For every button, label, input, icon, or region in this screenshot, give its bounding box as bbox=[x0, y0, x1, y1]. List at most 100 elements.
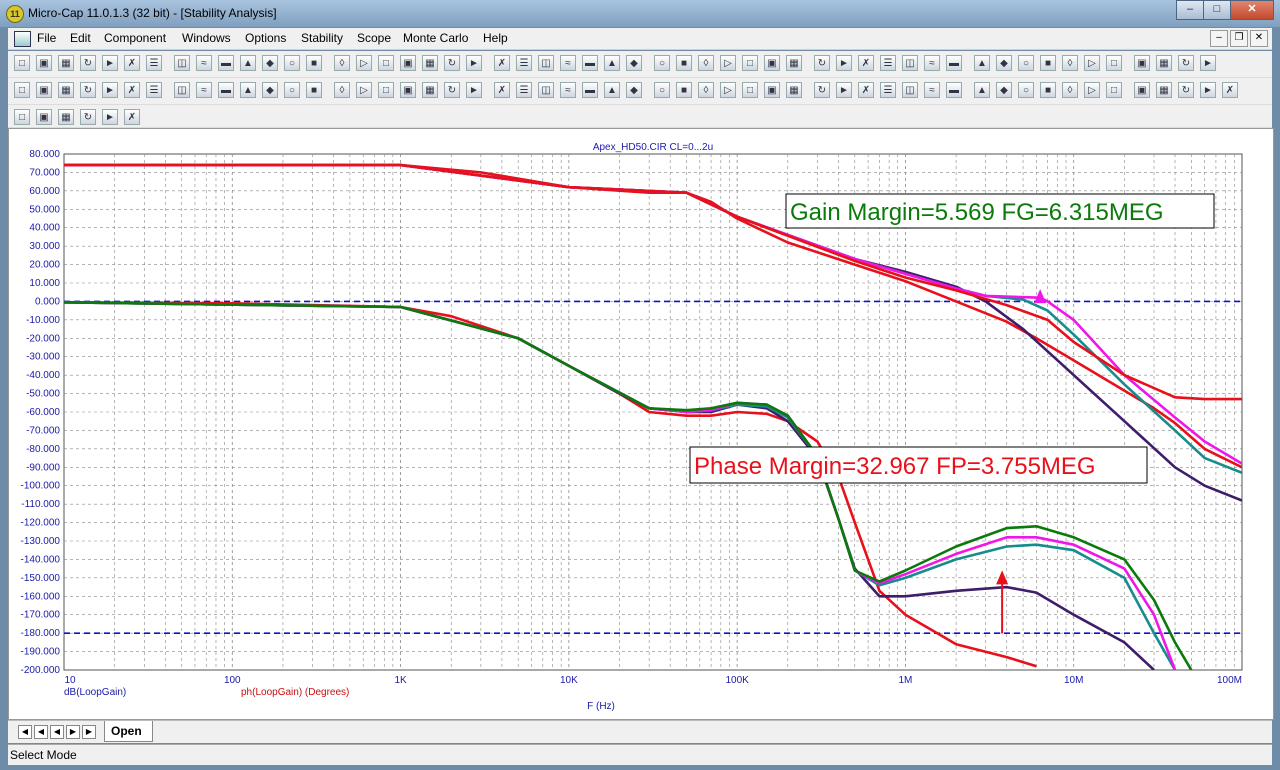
analysis-button-39-icon[interactable]: ☰ bbox=[880, 82, 896, 98]
toolbar-button-11-icon[interactable]: ▲ bbox=[240, 55, 256, 71]
analysis-button-27-icon[interactable]: ▲ bbox=[604, 82, 620, 98]
analysis-button-22-icon[interactable]: ✗ bbox=[494, 82, 510, 98]
gain-margin-annotation[interactable]: Gain Margin=5.569 FG=6.315MEG bbox=[785, 193, 1215, 229]
analysis-button-5-icon[interactable]: ► bbox=[102, 82, 118, 98]
toolbar-button-15-icon[interactable]: ◊ bbox=[334, 55, 350, 71]
minimize-icon[interactable]: – bbox=[1176, 0, 1204, 20]
toolbar-button-38-icon[interactable]: ✗ bbox=[858, 55, 874, 71]
toolbar-button-51-icon[interactable]: ▦ bbox=[1156, 55, 1172, 71]
analysis-button-16-icon[interactable]: ▷ bbox=[356, 82, 372, 98]
toolbar-button-39-icon[interactable]: ☰ bbox=[880, 55, 896, 71]
toolbar-button-46-icon[interactable]: ■ bbox=[1040, 55, 1056, 71]
analysis-button-26-icon[interactable]: ▬ bbox=[582, 82, 598, 98]
mdi-minimize-icon[interactable]: – bbox=[1210, 30, 1228, 47]
menu-scope[interactable]: Scope bbox=[357, 31, 391, 45]
maximize-icon[interactable]: □ bbox=[1203, 0, 1231, 20]
legend-gain[interactable]: dB(LoopGain) bbox=[64, 687, 126, 698]
analysis-button-47-icon[interactable]: ◊ bbox=[1062, 82, 1078, 98]
toolbar-button-41-icon[interactable]: ≈ bbox=[924, 55, 940, 71]
toolbar-button-10-icon[interactable]: ▬ bbox=[218, 55, 234, 71]
toolbar-button-31-icon[interactable]: ◊ bbox=[698, 55, 714, 71]
toolbar-button-24-icon[interactable]: ◫ bbox=[538, 55, 554, 71]
toolbar-button-43-icon[interactable]: ▲ bbox=[974, 55, 990, 71]
analysis-button-38-icon[interactable]: ✗ bbox=[858, 82, 874, 98]
tab-first-icon[interactable]: ◀ bbox=[18, 725, 32, 739]
analysis-button-6-icon[interactable]: ✗ bbox=[124, 82, 140, 98]
toolbar-button-21-icon[interactable]: ► bbox=[466, 55, 482, 71]
format-button-1-icon[interactable]: □ bbox=[14, 109, 30, 125]
tab-last-icon[interactable]: ▶ bbox=[82, 725, 96, 739]
menu-stability[interactable]: Stability bbox=[301, 31, 343, 45]
mdi-restore-icon[interactable]: ❐ bbox=[1230, 30, 1248, 47]
toolbar-button-18-icon[interactable]: ▣ bbox=[400, 55, 416, 71]
toolbar-button-9-icon[interactable]: ≈ bbox=[196, 55, 212, 71]
analysis-button-33-icon[interactable]: □ bbox=[742, 82, 758, 98]
analysis-button-20-icon[interactable]: ↻ bbox=[444, 82, 460, 98]
toolbar-button-52-icon[interactable]: ↻ bbox=[1178, 55, 1194, 71]
analysis-button-31-icon[interactable]: ◊ bbox=[698, 82, 714, 98]
menu-monte-carlo[interactable]: Monte Carlo bbox=[403, 31, 468, 45]
menu-options[interactable]: Options bbox=[245, 31, 286, 45]
analysis-button-9-icon[interactable]: ≈ bbox=[196, 82, 212, 98]
toolbar-button-45-icon[interactable]: ○ bbox=[1018, 55, 1034, 71]
menu-edit[interactable]: Edit bbox=[70, 31, 91, 45]
analysis-button-45-icon[interactable]: ○ bbox=[1018, 82, 1034, 98]
format-button-6-icon[interactable]: ✗ bbox=[124, 109, 140, 125]
analysis-button-10-icon[interactable]: ▬ bbox=[218, 82, 234, 98]
analysis-button-23-icon[interactable]: ☰ bbox=[516, 82, 532, 98]
toolbar-button-32-icon[interactable]: ▷ bbox=[720, 55, 736, 71]
analysis-button-28-icon[interactable]: ◆ bbox=[626, 82, 642, 98]
toolbar-button-12-icon[interactable]: ◆ bbox=[262, 55, 278, 71]
document-icon[interactable] bbox=[14, 31, 31, 47]
analysis-button-25-icon[interactable]: ≈ bbox=[560, 82, 576, 98]
analysis-button-1-icon[interactable]: □ bbox=[14, 82, 30, 98]
menu-help[interactable]: Help bbox=[483, 31, 508, 45]
analysis-button-11-icon[interactable]: ▲ bbox=[240, 82, 256, 98]
analysis-button-42-icon[interactable]: ▬ bbox=[946, 82, 962, 98]
legend-phase[interactable]: ph(LoopGain) (Degrees) bbox=[241, 687, 349, 698]
phase-margin-annotation[interactable]: Phase Margin=32.967 FP=3.755MEG bbox=[689, 446, 1148, 484]
analysis-button-43-icon[interactable]: ▲ bbox=[974, 82, 990, 98]
analysis-button-15-icon[interactable]: ◊ bbox=[334, 82, 350, 98]
analysis-button-49-icon[interactable]: □ bbox=[1106, 82, 1122, 98]
tab-prev-icon[interactable]: ◀ bbox=[50, 725, 64, 739]
toolbar-button-49-icon[interactable]: □ bbox=[1106, 55, 1122, 71]
toolbar-button-53-icon[interactable]: ► bbox=[1200, 55, 1216, 71]
analysis-button-54-icon[interactable]: ✗ bbox=[1222, 82, 1238, 98]
toolbar-button-16-icon[interactable]: ▷ bbox=[356, 55, 372, 71]
analysis-button-13-icon[interactable]: ○ bbox=[284, 82, 300, 98]
toolbar-button-42-icon[interactable]: ▬ bbox=[946, 55, 962, 71]
toolbar-button-3-icon[interactable]: ▦ bbox=[58, 55, 74, 71]
analysis-button-14-icon[interactable]: ■ bbox=[306, 82, 322, 98]
analysis-button-4-icon[interactable]: ↻ bbox=[80, 82, 96, 98]
toolbar-button-14-icon[interactable]: ■ bbox=[306, 55, 322, 71]
toolbar-button-26-icon[interactable]: ▬ bbox=[582, 55, 598, 71]
analysis-button-17-icon[interactable]: □ bbox=[378, 82, 394, 98]
analysis-button-19-icon[interactable]: ▦ bbox=[422, 82, 438, 98]
tab-prev-page-icon[interactable]: ◀ bbox=[34, 725, 48, 739]
analysis-button-46-icon[interactable]: ■ bbox=[1040, 82, 1056, 98]
toolbar-button-17-icon[interactable]: □ bbox=[378, 55, 394, 71]
toolbar-button-23-icon[interactable]: ☰ bbox=[516, 55, 532, 71]
toolbar-button-22-icon[interactable]: ✗ bbox=[494, 55, 510, 71]
analysis-button-37-icon[interactable]: ► bbox=[836, 82, 852, 98]
format-button-3-icon[interactable]: ▦ bbox=[58, 109, 74, 125]
analysis-button-18-icon[interactable]: ▣ bbox=[400, 82, 416, 98]
toolbar-button-1-icon[interactable]: □ bbox=[14, 55, 30, 71]
analysis-button-41-icon[interactable]: ≈ bbox=[924, 82, 940, 98]
toolbar-button-2-icon[interactable]: ▣ bbox=[36, 55, 52, 71]
toolbar-button-6-icon[interactable]: ✗ bbox=[124, 55, 140, 71]
toolbar-button-7-icon[interactable]: ☰ bbox=[146, 55, 162, 71]
format-button-5-icon[interactable]: ► bbox=[102, 109, 118, 125]
toolbar-button-25-icon[interactable]: ≈ bbox=[560, 55, 576, 71]
app-icon[interactable]: 11 bbox=[6, 5, 24, 23]
toolbar-button-36-icon[interactable]: ↻ bbox=[814, 55, 830, 71]
analysis-button-51-icon[interactable]: ▦ bbox=[1156, 82, 1172, 98]
toolbar-button-40-icon[interactable]: ◫ bbox=[902, 55, 918, 71]
mdi-close-icon[interactable]: ✕ bbox=[1250, 30, 1268, 47]
analysis-button-3-icon[interactable]: ▦ bbox=[58, 82, 74, 98]
analysis-button-8-icon[interactable]: ◫ bbox=[174, 82, 190, 98]
toolbar-button-28-icon[interactable]: ◆ bbox=[626, 55, 642, 71]
toolbar-button-29-icon[interactable]: ○ bbox=[654, 55, 670, 71]
tab-next-icon[interactable]: ▶ bbox=[66, 725, 80, 739]
